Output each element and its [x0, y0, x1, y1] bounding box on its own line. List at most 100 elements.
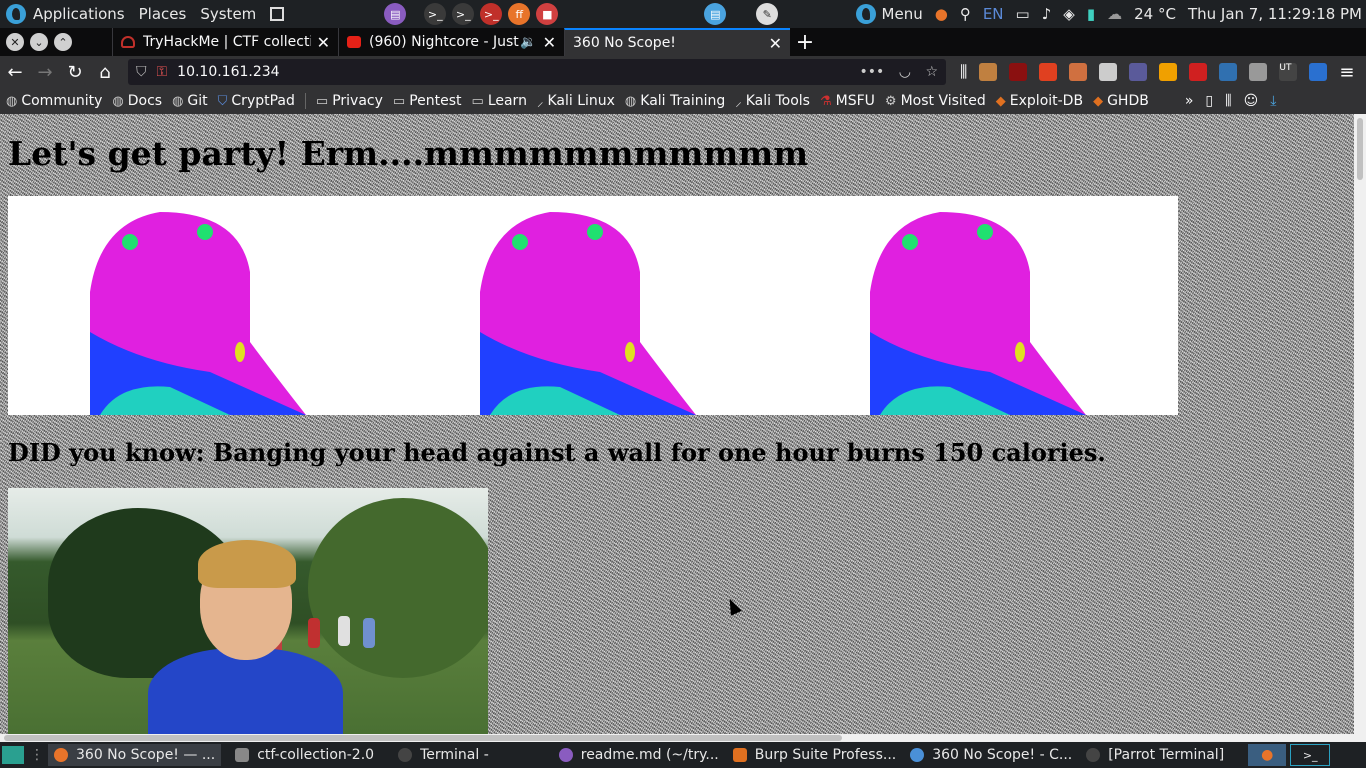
bookmark-star-icon[interactable]: ☆ [925, 64, 938, 80]
task-firefox[interactable]: 360 No Scope! — ... [48, 744, 222, 766]
sidebar-icon[interactable]: ▯ [1205, 93, 1213, 109]
clock[interactable]: Thu Jan 7, 11:29:18 PM [1188, 5, 1362, 23]
privacy-badger-icon[interactable] [1039, 63, 1058, 81]
task-parrot-terminal[interactable]: [Parrot Terminal] [1086, 747, 1224, 763]
notes-launcher-icon[interactable]: ▤ [704, 3, 727, 25]
system-tray: Menu ● ⚲ EN ▭ ♪ ◈ ▮ ☁ 24 °C Thu Jan 7, 1… [850, 0, 1366, 28]
cookie-icon[interactable] [1069, 63, 1088, 81]
extension-face-icon[interactable]: ☺ [1244, 93, 1259, 109]
root-terminal-launcher-icon[interactable]: >_ [452, 3, 475, 25]
scrollbar-thumb[interactable] [1357, 118, 1363, 180]
settings-icon[interactable] [1249, 63, 1268, 81]
bookmark-git[interactable]: ◍ Git [172, 93, 208, 109]
bookmark-cryptpad[interactable]: ⛉ CryptPad [218, 93, 295, 109]
horizontal-scrollbar[interactable] [0, 734, 1366, 742]
window-minimize-icon[interactable]: ⌄ [30, 33, 48, 51]
places-menu[interactable]: Places [139, 5, 187, 23]
tab-close-icon[interactable]: ✕ [317, 33, 330, 52]
bookmark-privacy[interactable]: ▭ Privacy [316, 93, 383, 109]
bookmark-ghdb[interactable]: ◆ GHDB [1093, 93, 1149, 109]
ut-icon[interactable]: UT [1279, 63, 1298, 81]
applications-menu[interactable]: Applications [0, 4, 125, 24]
frog-gif-strip [8, 196, 1178, 415]
window-maximize-icon[interactable]: ⌃ [54, 33, 72, 51]
firefox-launcher-icon[interactable]: ff [508, 3, 531, 25]
wifi-icon[interactable]: ◈ [1063, 5, 1075, 23]
bookmark-most-visited[interactable]: ⚙ Most Visited [885, 93, 986, 109]
bookmark-kali-tools[interactable]: ⸝ Kali Tools [735, 92, 810, 110]
bookmark-msfu[interactable]: ⚗ MSFU [820, 93, 875, 109]
speaker-icon[interactable]: 🔉 [520, 35, 536, 50]
recorder-launcher-icon[interactable]: ■ [536, 3, 559, 25]
screenshot-icon[interactable] [1219, 63, 1238, 81]
task-burp[interactable]: Burp Suite Profess... [732, 747, 896, 763]
url-bar[interactable]: ⛉ ⚿ 10.10.161.234 ••• ◡ ☆ [128, 59, 946, 85]
system-menu[interactable]: System [200, 5, 256, 23]
window-controls: ✕ ⌄ ⌃ [0, 28, 112, 56]
url-text[interactable]: 10.10.161.234 [177, 64, 849, 80]
volume-icon[interactable]: ♪ [1042, 5, 1052, 23]
tab-nightcore[interactable]: (960) Nightcore - Just 🔉 ✕ [338, 28, 564, 56]
terminal-icon [398, 748, 413, 762]
library-shelf-icon[interactable]: ⫼ [1225, 93, 1231, 109]
bookmarks-overflow-icon[interactable]: » [1185, 93, 1194, 109]
task-folder[interactable]: ctf-collection-2.0 [235, 747, 374, 763]
ublock-icon[interactable] [1009, 63, 1028, 81]
bookmark-learn[interactable]: ▭ Learn [472, 93, 527, 109]
redteam-launcher-icon[interactable]: >_ [480, 3, 503, 25]
tab-close-icon[interactable]: ✕ [769, 34, 782, 53]
tab-close-icon[interactable]: ✕ [543, 33, 556, 52]
foxyproxy-icon[interactable] [979, 63, 998, 81]
show-desktop-icon[interactable] [2, 746, 24, 764]
paperclip-icon[interactable]: ⚲ [960, 5, 971, 23]
shodan-icon[interactable] [1189, 63, 1208, 81]
parrot-logo-icon [6, 4, 26, 24]
vertical-scrollbar[interactable] [1354, 114, 1366, 734]
bookmark-pentest[interactable]: ▭ Pentest [393, 93, 462, 109]
back-icon[interactable]: ← [0, 62, 30, 83]
library-icon[interactable]: ⫼ [960, 62, 967, 82]
tab-title: 360 No Scope! [573, 35, 676, 51]
home-icon[interactable]: ⌂ [90, 62, 120, 83]
weather-icon[interactable]: ☁ [1107, 5, 1122, 23]
task-chrome[interactable]: 360 No Scope! - C... [910, 747, 1072, 763]
tab-360-no-scope[interactable]: 360 No Scope! ✕ [564, 28, 790, 56]
hamburger-menu-icon[interactable]: ≡ [1339, 62, 1354, 83]
bookmark-kali-linux[interactable]: ⸝ Kali Linux [537, 92, 615, 110]
language-indicator[interactable]: EN [983, 5, 1004, 23]
bookmark-docs[interactable]: ◍ Docs [112, 93, 162, 109]
grid-icon[interactable] [1099, 63, 1118, 81]
bookmark-community[interactable]: ◍ Community [6, 93, 102, 109]
terminal-launcher-icon[interactable]: >_ [424, 3, 447, 25]
task-terminal[interactable]: Terminal - [398, 747, 489, 763]
bookmark-kali-training[interactable]: ◍ Kali Training [625, 93, 725, 109]
editor-icon [558, 748, 573, 762]
firefox-tray-icon[interactable]: ● [935, 5, 948, 23]
download-icon[interactable]: ⤓ [1270, 93, 1276, 109]
battery-icon[interactable]: ▮ [1087, 5, 1095, 23]
wappalyzer-icon[interactable] [1159, 63, 1178, 81]
user-agent-icon[interactable] [1309, 63, 1328, 81]
text-editor-launcher-icon[interactable]: ▤ [384, 3, 407, 25]
bookmark-exploit-db[interactable]: ◆ Exploit-DB [996, 93, 1083, 109]
new-tab-icon[interactable]: + [790, 28, 820, 56]
menu-button[interactable]: Menu [882, 5, 923, 23]
folder-icon [235, 748, 250, 762]
pocket-icon[interactable]: ◡ [899, 64, 911, 80]
workspace-firefox-icon[interactable]: ● [1248, 744, 1287, 766]
workspace-terminal-icon[interactable]: >_ [1290, 744, 1331, 766]
tab-tryhackme[interactable]: TryHackMe | CTF collecti ✕ [112, 28, 338, 56]
window-list-icon[interactable] [270, 7, 285, 21]
display-icon[interactable]: ▭ [1016, 5, 1030, 23]
window-close-icon[interactable]: ✕ [6, 33, 24, 51]
task-editor[interactable]: readme.md (~/try... [558, 747, 719, 763]
page-actions-icon[interactable]: ••• [860, 64, 885, 80]
reload-icon[interactable]: ↻ [60, 62, 90, 83]
url-actions: ••• ◡ ☆ [850, 64, 938, 80]
insecure-lock-icon[interactable]: ⚿ [157, 64, 168, 80]
scrollbar-thumb[interactable] [4, 735, 842, 741]
forward-icon[interactable]: → [30, 62, 60, 83]
puzzle-icon[interactable] [1129, 63, 1148, 81]
attachment-launcher-icon[interactable]: ✎ [756, 3, 779, 25]
tracking-shield-icon[interactable]: ⛉ [136, 64, 147, 80]
